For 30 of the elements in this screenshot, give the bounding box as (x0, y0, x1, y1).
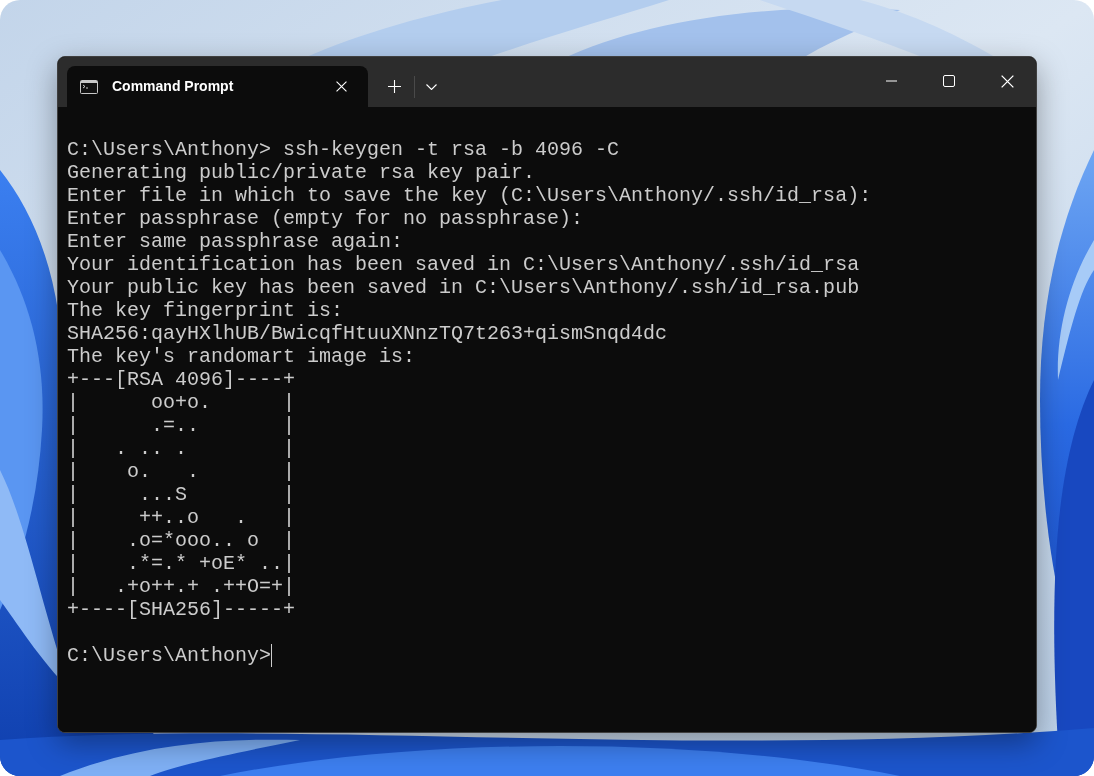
close-icon (1000, 74, 1014, 88)
randomart-line: | .*=.* +oE* ..| (67, 552, 296, 575)
output-line: Your public key has been saved in C:\Users\Anthony/.ssh/id_rsa.pub (67, 276, 860, 299)
randomart-line: | ...S | (67, 483, 296, 506)
minimize-icon (885, 80, 897, 82)
output-line: The key's randomart image is: (67, 345, 416, 368)
randomart-line: +----[SHA256]-----+ (67, 598, 296, 621)
chevron-down-icon (425, 83, 437, 90)
randomart-line: | .=.. | (67, 414, 296, 437)
output-line: The key fingerprint is: (67, 299, 344, 322)
randomart-line: | .o=*ooo.. o | (67, 529, 296, 552)
randomart-line: | oo+o. | (67, 391, 296, 414)
plus-icon (387, 80, 401, 93)
close-icon (335, 81, 347, 92)
output-line: SHA256:qayHXlhUB/BwicqfHtuuXNnzTQ7t263+qismSnqd4dc (67, 322, 668, 345)
maximize-icon (943, 75, 955, 87)
output-line: Enter same passphrase again: (67, 230, 404, 253)
randomart-line: | .+o++.+ .++O=+| (67, 575, 296, 598)
output-line: Your identification has been saved in C:\Users\Anthony/.ssh/id_rsa (67, 253, 860, 276)
randomart-line: +---[RSA 4096]----+ (67, 368, 296, 391)
randomart-line: | o. . | (67, 460, 296, 483)
tab[interactable]: Command Prompt (67, 66, 368, 107)
output-line: Generating public/private rsa key pair. (67, 161, 536, 184)
terminal-icon (80, 79, 98, 94)
command-line: C:\Users\Anthony> ssh-keygen -t rsa -b 4096 -C (67, 138, 620, 161)
randomart-line: | ++..o . | (67, 506, 296, 529)
prompt-text: C:\Users\Anthony> (67, 644, 272, 667)
randomart-line: | . .. . | (67, 437, 296, 460)
output-line: Enter passphrase (empty for no passphrase): (67, 207, 584, 230)
output-line: Enter file in which to save the key (C:\Users\Anthony/.ssh/id_rsa): (67, 184, 872, 207)
